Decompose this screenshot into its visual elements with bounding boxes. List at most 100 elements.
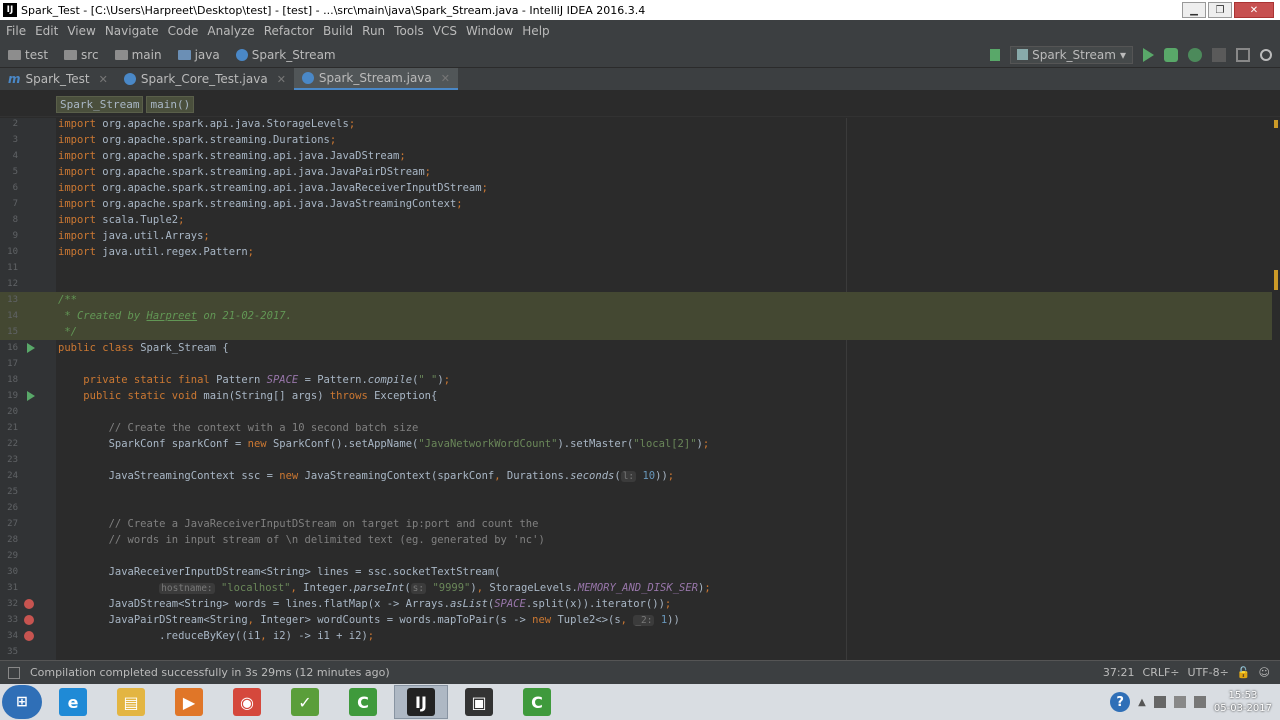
code-line[interactable]: 7 import org.apache.spark.streaming.api.j… <box>0 196 1272 212</box>
build-icon[interactable] <box>990 48 1001 61</box>
code-line[interactable]: 28 // words in input stream of \n delimi… <box>0 532 1272 548</box>
debug-icon[interactable] <box>1164 47 1178 62</box>
taskbar-file-explorer[interactable]: ▤ <box>104 685 158 719</box>
file-encoding[interactable]: UTF-8÷ <box>1188 666 1229 679</box>
battery-icon[interactable] <box>1153 696 1166 708</box>
nav-crumb-spark_stream[interactable]: Spark_Stream <box>228 48 344 62</box>
code-line[interactable]: 13 /** <box>0 292 1272 308</box>
taskbar-spreadsheet[interactable]: ✓ <box>278 685 332 719</box>
lock-icon[interactable]: 🔓 <box>1237 666 1251 679</box>
breadcrumb-method[interactable]: main() <box>146 95 195 113</box>
code-line[interactable]: 6 import org.apache.spark.streaming.api.j… <box>0 180 1272 196</box>
status-message[interactable]: Compilation completed successfully in 3s… <box>30 666 390 679</box>
code-line[interactable]: 10 import java.util.regex.Pattern; <box>0 244 1272 260</box>
nav-crumb-test[interactable]: test <box>0 48 56 62</box>
code-line[interactable]: 23 <box>0 452 1272 468</box>
code-line[interactable]: 22 SparkConf sparkConf = new SparkConf()… <box>0 436 1272 452</box>
tab-spark-core-test-java[interactable]: Spark_Core_Test.java ✕ <box>116 68 294 90</box>
stop-icon[interactable] <box>1212 47 1226 62</box>
maximize-button[interactable]: ❐ <box>1208 2 1232 18</box>
scroll-marker-warning[interactable] <box>1274 120 1278 128</box>
menu-code[interactable]: Code <box>165 24 205 38</box>
run-config-select[interactable]: Spark_Stream ▾ <box>1010 45 1133 64</box>
caret-position[interactable]: 37:21 <box>1103 666 1135 679</box>
code-line[interactable]: 14 * Created by Harpreet on 21-02-2017. <box>0 308 1272 324</box>
inspector-icon[interactable]: ☺ <box>1259 666 1270 679</box>
taskbar-camtasia-recorder[interactable]: C <box>510 685 564 719</box>
nav-crumb-src[interactable]: src <box>56 48 107 62</box>
scroll-marker-highlight[interactable] <box>1274 270 1278 290</box>
menu-edit[interactable]: Edit <box>32 24 64 38</box>
menu-help[interactable]: Help <box>519 24 555 38</box>
taskbar-internet-explorer[interactable]: e <box>46 685 100 719</box>
code-line[interactable]: 24 JavaStreamingContext ssc = new JavaSt… <box>0 468 1272 484</box>
menu-run[interactable]: Run <box>359 24 391 38</box>
tray-expand-icon[interactable]: ▲ <box>1138 697 1146 708</box>
line-separator[interactable]: CRLF÷ <box>1143 666 1180 679</box>
error-gutter-icon[interactable] <box>24 599 34 609</box>
code-line[interactable]: 8 import scala.Tuple2; <box>0 212 1272 228</box>
run-icon[interactable] <box>1143 47 1154 62</box>
tool-window-toggle-icon[interactable] <box>8 666 20 679</box>
menu-build[interactable]: Build <box>320 24 359 38</box>
breadcrumb-class[interactable]: Spark_Stream <box>56 95 144 113</box>
code-line[interactable]: 12 <box>0 276 1272 292</box>
menu-tools[interactable]: Tools <box>391 24 430 38</box>
code-line[interactable]: 15 */ <box>0 324 1272 340</box>
search-icon[interactable] <box>1260 48 1272 61</box>
run-gutter-icon[interactable] <box>24 391 35 401</box>
close-tab-icon[interactable]: ✕ <box>277 73 286 86</box>
close-tab-icon[interactable]: ✕ <box>99 73 108 86</box>
taskbar-chrome[interactable]: ◉ <box>220 685 274 719</box>
menu-view[interactable]: View <box>64 24 101 38</box>
taskbar-media-player[interactable]: ▶ <box>162 685 216 719</box>
network-icon[interactable] <box>1173 696 1186 708</box>
code-line[interactable]: 26 <box>0 500 1272 516</box>
project-structure-icon[interactable] <box>1236 47 1250 62</box>
menu-window[interactable]: Window <box>463 24 519 38</box>
menu-file[interactable]: File <box>3 24 32 38</box>
nav-crumb-java[interactable]: java <box>170 48 228 62</box>
code-editor[interactable]: 2 import org.apache.spark.api.java.Storag… <box>0 118 1280 660</box>
code-line[interactable]: 17 <box>0 356 1272 372</box>
coverage-icon[interactable] <box>1188 47 1202 62</box>
code-line[interactable]: 30 JavaReceiverInputDStream<String> line… <box>0 564 1272 580</box>
taskbar-camtasia[interactable]: C <box>336 685 390 719</box>
taskbar-intellij[interactable]: IJ <box>394 685 448 719</box>
nav-crumb-main[interactable]: main <box>107 48 170 62</box>
menu-navigate[interactable]: Navigate <box>102 24 165 38</box>
minimize-button[interactable]: ▁ <box>1182 2 1206 18</box>
code-line[interactable]: 16 public class Spark_Stream { <box>0 340 1272 356</box>
clock[interactable]: 15:53 05-03-2017 <box>1214 689 1272 715</box>
code-line[interactable]: 4 import org.apache.spark.streaming.api.j… <box>0 148 1272 164</box>
code-line[interactable]: 31 hostname: "localhost", Integer.parseI… <box>0 580 1272 596</box>
code-line[interactable]: 33 JavaPairDStream<String, Integer> word… <box>0 612 1272 628</box>
menu-refactor[interactable]: Refactor <box>261 24 320 38</box>
close-tab-icon[interactable]: ✕ <box>441 72 450 85</box>
code-line[interactable]: 29 <box>0 548 1272 564</box>
code-line[interactable]: 2 import org.apache.spark.api.java.Storag… <box>0 118 1272 132</box>
code-line[interactable]: 5 import org.apache.spark.streaming.api.j… <box>0 164 1272 180</box>
code-line[interactable]: 25 <box>0 484 1272 500</box>
close-button[interactable]: ✕ <box>1234 2 1274 18</box>
code-line[interactable]: 35 <box>0 644 1272 660</box>
help-icon[interactable]: ? <box>1110 692 1131 712</box>
code-line[interactable]: 20 <box>0 404 1272 420</box>
taskbar-terminal[interactable]: ▣ <box>452 685 506 719</box>
code-line[interactable]: 18 private static final Pattern SPACE = … <box>0 372 1272 388</box>
run-gutter-icon[interactable] <box>24 343 35 353</box>
code-line[interactable]: 9 import java.util.Arrays; <box>0 228 1272 244</box>
code-line[interactable]: 32 JavaDStream<String> words = lines.fla… <box>0 596 1272 612</box>
error-gutter-icon[interactable] <box>24 615 34 625</box>
code-line[interactable]: 3 import org.apache.spark.streaming.Durat… <box>0 132 1272 148</box>
tab-spark-test[interactable]: m Spark_Test ✕ <box>0 68 116 90</box>
code-line[interactable]: 34 .reduceByKey((i1, i2) -> i1 + i2); <box>0 628 1272 644</box>
code-line[interactable]: 27 // Create a JavaReceiverInputDStream … <box>0 516 1272 532</box>
code-line[interactable]: 21 // Create the context with a 10 secon… <box>0 420 1272 436</box>
code-line[interactable]: 11 <box>0 260 1272 276</box>
start-button[interactable]: ⊞ <box>2 685 42 719</box>
error-gutter-icon[interactable] <box>24 631 34 641</box>
tab-spark-stream-java[interactable]: Spark_Stream.java ✕ <box>293 68 458 90</box>
menu-vcs[interactable]: VCS <box>430 24 463 38</box>
menu-analyze[interactable]: Analyze <box>204 24 260 38</box>
